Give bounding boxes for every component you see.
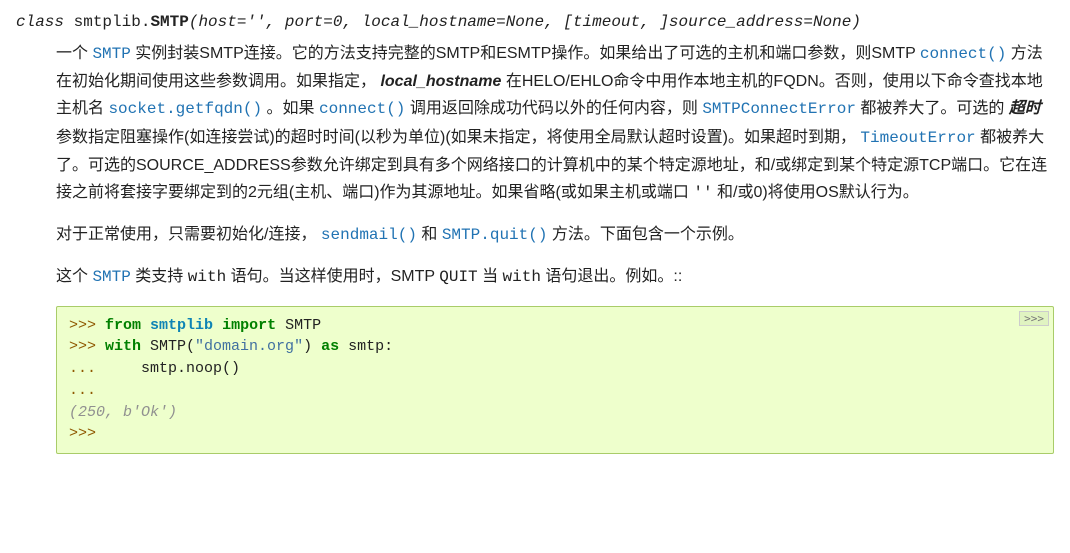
- class-description: 一个 SMTP 实例封装SMTP连接。它的方法支持完整的SMTP和ESMTP操作…: [56, 40, 1054, 292]
- text: 类支持: [131, 268, 188, 285]
- literal-with: with: [188, 268, 226, 286]
- code-line-4: ...: [69, 380, 1041, 402]
- output: (250, b'Ok'): [69, 404, 177, 421]
- link-connect[interactable]: connect(): [920, 45, 1006, 63]
- text: 和: [417, 226, 442, 243]
- code-line-1: >>> from smtplib import SMTP: [69, 315, 1041, 337]
- module-name: smtplib: [150, 317, 213, 334]
- code-line-5: (250, b'Ok'): [69, 402, 1041, 424]
- text: 调用返回除成功代码以外的任何内容，则: [405, 100, 702, 117]
- class-name: SMTP: [150, 13, 188, 31]
- paragraph-2: 对于正常使用，只需要初始化/连接， sendmail() 和 SMTP.quit…: [56, 221, 1054, 249]
- literal-empty-string: '': [693, 184, 712, 202]
- keyword-from: from: [105, 317, 141, 334]
- emphasis-timeout: 超时: [1009, 100, 1041, 117]
- code-example: >>> >>> from smtplib import SMTP >>> wit…: [56, 306, 1054, 455]
- string-literal: "domain.org": [195, 338, 303, 355]
- keyword-with: with: [105, 338, 141, 355]
- link-smtp-quit[interactable]: SMTP.quit(): [442, 226, 548, 244]
- text: 这个: [56, 268, 92, 285]
- text: 当: [478, 268, 503, 285]
- link-connect-2[interactable]: connect(): [319, 100, 405, 118]
- link-smtp-class[interactable]: SMTP: [92, 268, 130, 286]
- keyword-class: class: [16, 13, 64, 31]
- link-timeouterror[interactable]: TimeoutError: [860, 129, 975, 147]
- class-signature: class smtplib.SMTP(host='', port=0, loca…: [16, 10, 1054, 34]
- keyword-import: import: [222, 317, 276, 334]
- code-line-3: ... smtp.noop(): [69, 358, 1041, 380]
- link-sendmail[interactable]: sendmail(): [321, 226, 417, 244]
- keyword-as: as: [321, 338, 339, 355]
- text: 语句。当这样使用时，SMTP: [226, 268, 439, 285]
- text: 。如果: [262, 100, 319, 117]
- text: SMTP(: [141, 338, 195, 355]
- text: [213, 317, 222, 334]
- text: 参数指定阻塞操作(如连接尝试)的超时时间(以秒为单位)(如果未指定，将使用全局默…: [56, 129, 860, 146]
- prompt: >>>: [69, 425, 96, 442]
- text: 一个: [56, 45, 92, 62]
- text: SMTP: [276, 317, 321, 334]
- text: 和/或0)将使用OS默认行为。: [713, 184, 919, 201]
- copy-button[interactable]: >>>: [1019, 311, 1049, 326]
- text: 语句退出。例如。::: [541, 268, 682, 285]
- literal-quit: QUIT: [439, 268, 477, 286]
- code-line-6: >>>: [69, 423, 1041, 445]
- class-params: (host='', port=0, local_hostname=None, […: [189, 13, 861, 31]
- text: smtp.noop(): [105, 360, 240, 377]
- text: 实例封装SMTP连接。它的方法支持完整的SMTP和ESMTP操作。如果给出了可选…: [131, 45, 920, 62]
- paragraph-3: 这个 SMTP 类支持 with 语句。当这样使用时，SMTP QUIT 当 w…: [56, 263, 1054, 291]
- text: 方法。下面包含一个示例。: [547, 226, 743, 243]
- text: ): [303, 338, 321, 355]
- emphasis-local-hostname: local_hostname: [380, 73, 501, 90]
- text: [141, 317, 150, 334]
- link-smtpconnecterror[interactable]: SMTPConnectError: [702, 100, 856, 118]
- module-prefix: smtplib.: [74, 13, 151, 31]
- prompt: ...: [69, 382, 96, 399]
- link-smtp[interactable]: SMTP: [92, 45, 130, 63]
- code-line-2: >>> with SMTP("domain.org") as smtp:: [69, 336, 1041, 358]
- prompt: >>>: [69, 317, 105, 334]
- literal-with-2: with: [503, 268, 541, 286]
- link-getfqdn[interactable]: socket.getfqdn(): [108, 100, 262, 118]
- text: 都被养大了。可选的: [856, 100, 1009, 117]
- text: 对于正常使用，只需要初始化/连接，: [56, 226, 321, 243]
- prompt: ...: [69, 360, 105, 377]
- paragraph-1: 一个 SMTP 实例封装SMTP连接。它的方法支持完整的SMTP和ESMTP操作…: [56, 40, 1054, 207]
- prompt: >>>: [69, 338, 105, 355]
- text: smtp:: [339, 338, 393, 355]
